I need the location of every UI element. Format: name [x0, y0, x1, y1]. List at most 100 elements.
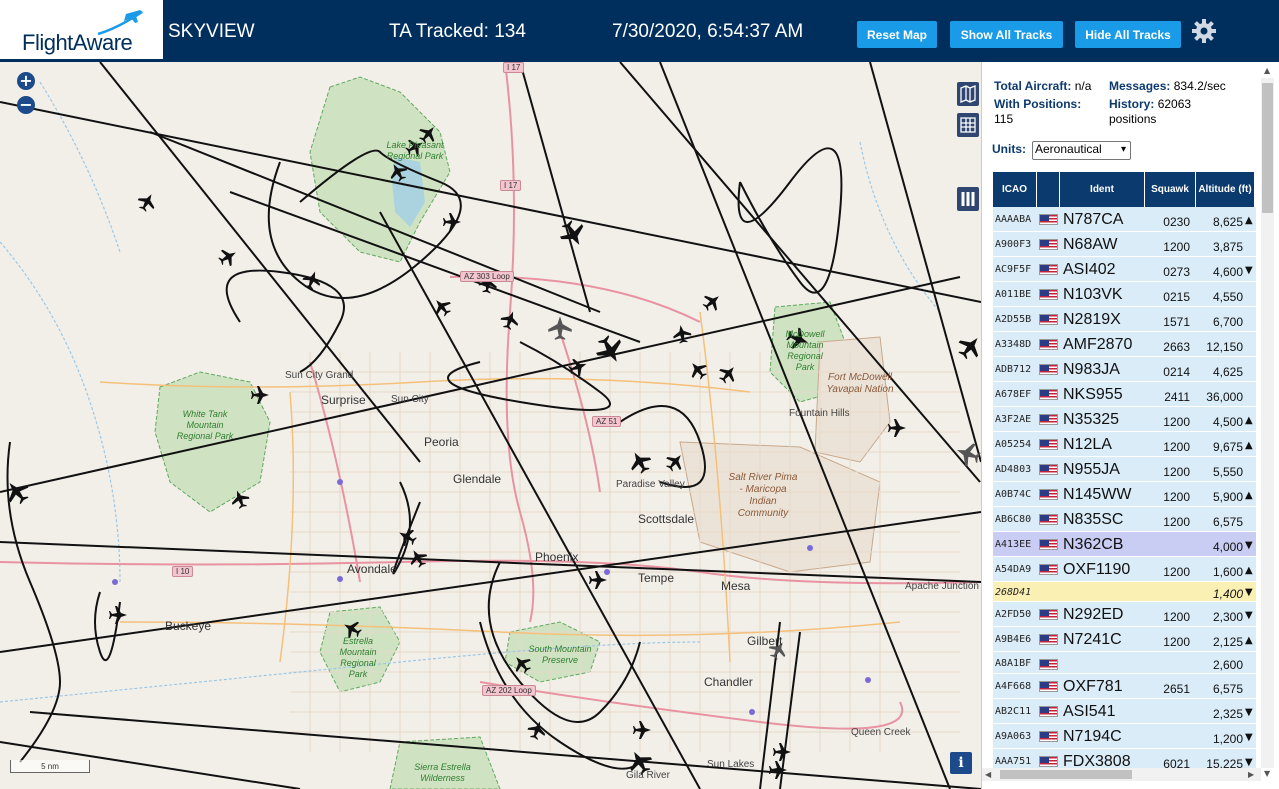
city-label: Glendale [453, 472, 502, 486]
table-row[interactable]: A9B4E6 N7241C 1200 2,125 ▲ [993, 627, 1256, 652]
us-flag-icon [1039, 339, 1058, 350]
table-row[interactable]: A413EE N362CB 4,000 ▼ [993, 532, 1256, 557]
squawk-cell: 1571 [1163, 315, 1190, 329]
us-flag-icon [1039, 364, 1058, 375]
us-flag-icon [1039, 289, 1058, 300]
table-horizontal-scrollbar[interactable]: ◀ ▶ [982, 768, 1261, 781]
messages-value: 834.2/sec [1173, 79, 1226, 93]
map-view[interactable]: Surprise Peoria Glendale Phoenix Scottsd… [0, 62, 981, 789]
scroll-left-icon[interactable]: ◀ [985, 770, 991, 779]
table-row[interactable]: A2D55B N2819X 1571 6,700 [993, 307, 1256, 332]
tracked-count: TA Tracked: 134 [389, 21, 526, 42]
table-row[interactable]: ADB712 N983JA 0214 4,625 [993, 357, 1256, 382]
table-row[interactable]: A9A063 N7194C 1,200 ▼ [993, 724, 1256, 749]
table-row[interactable]: A011BE N103VK 0215 4,550 [993, 282, 1256, 307]
messages-label: Messages: [1109, 79, 1171, 93]
squawk-cell: 1200 [1163, 610, 1190, 624]
aircraft-sidebar: Total Aircraft: n/a Messages: 834.2/sec … [981, 62, 1279, 789]
table-row[interactable]: A8A1BF 2,600 [993, 652, 1256, 674]
table-row[interactable]: AD4803 N955JA 1200 5,550 [993, 457, 1256, 482]
climbing-icon: ▲ [1245, 215, 1253, 226]
icao-cell: AAAABA [995, 214, 1032, 225]
info-button[interactable]: i [950, 752, 972, 774]
map-scale: 5 nm [10, 760, 90, 773]
us-flag-icon [1039, 489, 1058, 500]
grid-toggle-button[interactable] [957, 113, 979, 137]
table-row[interactable]: A678EF NKS955 2411 36,000 [993, 382, 1256, 407]
zoom-out-button[interactable]: − [17, 96, 35, 114]
map-icon [960, 85, 976, 103]
us-flag-icon [1039, 731, 1058, 742]
gear-icon[interactable] [1191, 18, 1217, 44]
hide-all-tracks-button[interactable]: Hide All Tracks [1075, 21, 1181, 48]
messages-stat: Messages: 834.2/sec [1109, 79, 1226, 93]
ident-cell: N7194C [1063, 728, 1122, 745]
show-all-tracks-button[interactable]: Show All Tracks [950, 21, 1063, 48]
altitude-cell: 5,550 [1212, 465, 1243, 479]
col-flag[interactable] [1037, 172, 1059, 207]
col-squawk[interactable]: Squawk [1145, 172, 1195, 207]
descending-icon: ▼ [1245, 732, 1253, 743]
units-select[interactable]: Aeronautical ▾ [1032, 141, 1131, 160]
ident-cell: NKS955 [1063, 386, 1123, 403]
descending-icon: ▼ [1245, 610, 1253, 621]
highway-shield: AZ 303 Loop [460, 271, 514, 282]
table-row[interactable]: AC9F5F ASI402 0273 4,600 ▼ [993, 257, 1256, 282]
altitude-cell: 8,625 [1212, 215, 1243, 229]
skyview-app: FlightAware SKYVIEW TA Tracked: 134 7/30… [0, 0, 1279, 789]
table-row[interactable]: 268D41 1,400 ▼ [993, 582, 1256, 602]
col-ident[interactable]: Ident [1060, 172, 1144, 207]
city-label: Chandler [704, 675, 753, 689]
city-label: Buckeye [165, 619, 212, 633]
chevron-down-icon: ▾ [1120, 144, 1126, 155]
altitude-cell: 6,575 [1212, 682, 1243, 696]
icao-cell: A9B4E6 [995, 634, 1032, 645]
table-row[interactable]: AB2C11 ASI541 2,325 ▼ [993, 699, 1256, 724]
altitude-cell: 4,500 [1212, 415, 1243, 429]
total-aircraft-stat: Total Aircraft: n/a [994, 79, 1091, 93]
col-altitude[interactable]: Altitude (ft) [1196, 172, 1254, 207]
table-row[interactable]: A4F668 OXF781 2651 6,575 [993, 674, 1256, 699]
us-flag-icon [1039, 514, 1058, 525]
table-row[interactable]: A2FD50 N292ED 1200 2,300 ▼ [993, 602, 1256, 627]
us-flag-icon [1039, 264, 1058, 275]
table-row[interactable]: A3348D AMF2870 2663 12,150 [993, 332, 1256, 357]
city-label: Peoria [424, 435, 459, 449]
highway-shield: I 17 [503, 62, 525, 73]
altitude-cell: 2,300 [1212, 610, 1243, 624]
ident-cell: N2819X [1063, 311, 1121, 328]
ident-cell: OXF1190 [1063, 561, 1131, 578]
map-layers-button[interactable] [957, 82, 979, 106]
altitude-cell: 1,400 [1212, 587, 1243, 601]
columns-toggle-button[interactable] [957, 187, 979, 211]
scrollbar-thumb[interactable] [1262, 83, 1273, 213]
table-row[interactable]: A3F2AE N35325 1200 4,500 ▲ [993, 407, 1256, 432]
reserve-label: Salt River Pima - Maricopa Indian Commun… [728, 472, 798, 519]
ident-cell: N787CA [1063, 211, 1124, 228]
table-row[interactable]: AB6C80 N835SC 1200 6,575 [993, 507, 1256, 532]
descending-icon: ▼ [1245, 757, 1253, 768]
scroll-up-icon[interactable]: ▲ [1264, 66, 1270, 75]
table-row[interactable]: A54DA9 OXF1190 1200 1,600 ▲ [993, 557, 1256, 582]
table-row[interactable]: A0B74C N145WW 1200 5,900 ▲ [993, 482, 1256, 507]
scroll-right-icon[interactable]: ▶ [1248, 770, 1254, 779]
table-row[interactable]: A05254 N12LA 1200 9,675 ▲ [993, 432, 1256, 457]
town-label: Apache Junction [905, 581, 979, 592]
logo-text: FlightAware [22, 30, 133, 55]
descending-icon: ▼ [1245, 265, 1253, 276]
descending-icon: ▼ [1245, 540, 1253, 551]
reset-map-button[interactable]: Reset Map [857, 21, 937, 48]
icao-cell: A011BE [995, 289, 1032, 300]
town-label: Sun Lakes [707, 759, 755, 770]
ident-cell: N835SC [1063, 511, 1124, 528]
sidebar-scrollbar[interactable]: ▲ ▼ [1261, 66, 1274, 778]
zoom-in-button[interactable]: + [17, 72, 35, 90]
icao-cell: A54DA9 [995, 564, 1032, 575]
scroll-down-icon[interactable]: ▼ [1264, 769, 1270, 778]
flightaware-logo[interactable]: FlightAware [0, 0, 163, 62]
park-label: Estrella Mountain Regional Park [339, 636, 377, 679]
col-icao[interactable]: ICAO [993, 172, 1036, 207]
table-row[interactable]: AAAABA N787CA 0230 8,625 ▲ [993, 207, 1256, 232]
horizontal-scrollbar-thumb[interactable] [1000, 770, 1132, 779]
table-row[interactable]: A900F3 N68AW 1200 3,875 [993, 232, 1256, 257]
